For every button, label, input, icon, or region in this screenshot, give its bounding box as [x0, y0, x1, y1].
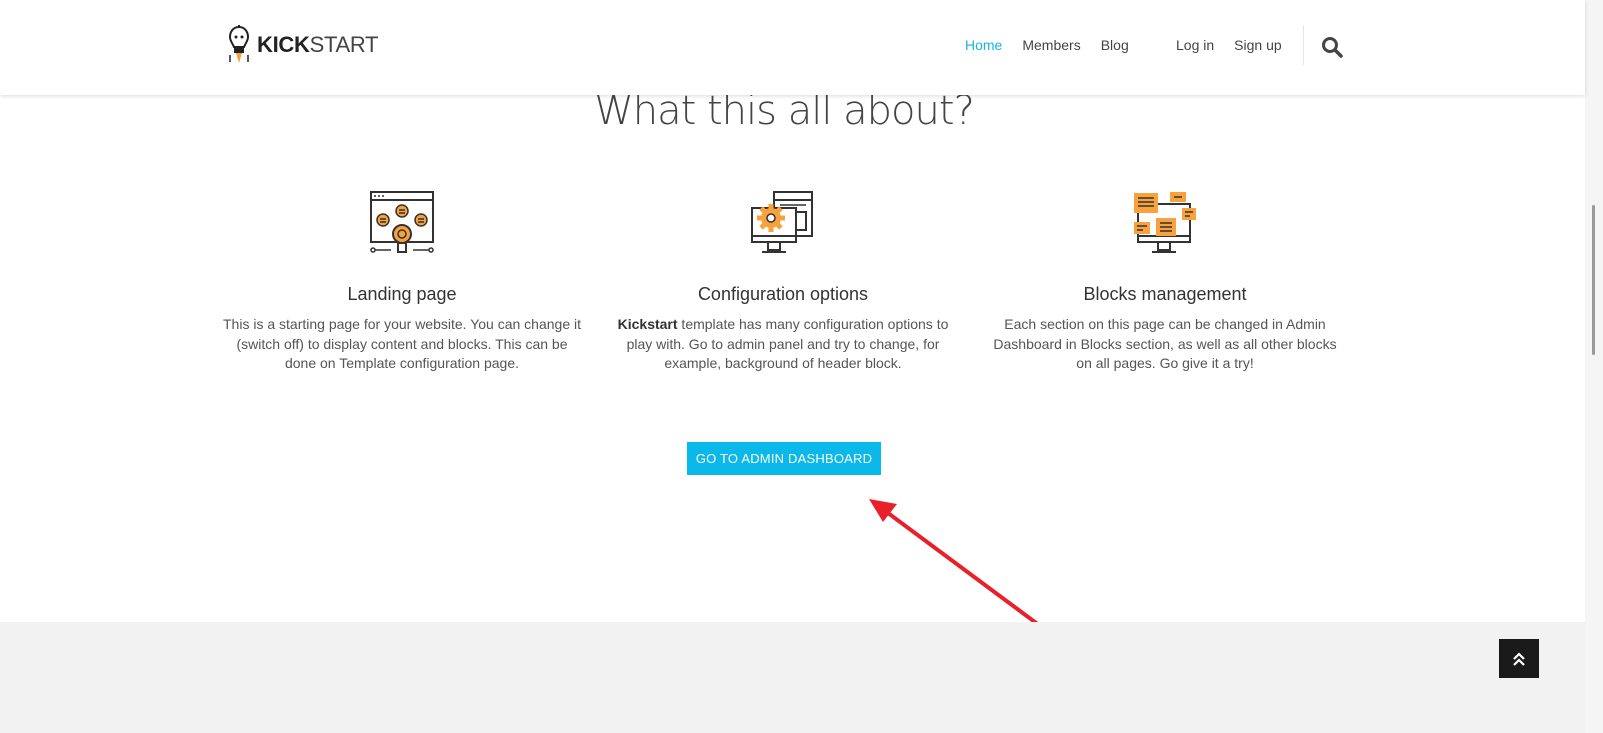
- site-header: KICKSTART Home Members Blog Log in Sign …: [0, 0, 1585, 95]
- feature-text: This is a starting page for your website…: [223, 316, 581, 371]
- site-logo[interactable]: KICKSTART: [227, 25, 378, 65]
- feature-landing-page: Landing page This is a starting page for…: [222, 190, 582, 374]
- nav-home[interactable]: Home: [965, 37, 1002, 53]
- scrollbar-thumb[interactable]: [1592, 205, 1595, 355]
- feature-title: Blocks management: [1083, 284, 1247, 304]
- back-to-top-button[interactable]: [1499, 639, 1539, 678]
- main-nav: Home Members Blog Log in Sign up: [965, 37, 1282, 53]
- lightbulb-browser-icon: [370, 191, 434, 253]
- double-chevron-up-icon: [1513, 651, 1525, 666]
- feature-title: Landing page: [347, 284, 457, 304]
- footer-section: [0, 622, 1585, 733]
- search-icon: [1322, 37, 1343, 58]
- admin-dashboard-button[interactable]: GO TO ADMIN DASHBOARD: [687, 442, 881, 475]
- feature-text: Each section on this page can be changed…: [993, 316, 1337, 371]
- signup-link[interactable]: Sign up: [1234, 37, 1281, 53]
- blocks-monitor-icon: [1134, 192, 1196, 253]
- nav-divider: [1303, 25, 1304, 65]
- page-scrollbar[interactable]: [1585, 0, 1603, 733]
- search-button[interactable]: [1321, 36, 1343, 63]
- config-gear-monitor-icon: [751, 191, 813, 253]
- rocket-bulb-logo-icon: [228, 25, 250, 63]
- feature-title: Configuration options: [697, 284, 869, 304]
- feature-blocks-management: Blocks management Each section on this p…: [985, 190, 1345, 374]
- feature-text: Kickstart template has many configuratio…: [617, 316, 949, 371]
- logo-text: KICKSTART: [257, 32, 379, 57]
- nav-blog[interactable]: Blog: [1101, 37, 1129, 53]
- nav-members[interactable]: Members: [1022, 37, 1080, 53]
- feature-configuration-options: Configuration options Kickstart template…: [603, 190, 963, 374]
- login-link[interactable]: Log in: [1176, 37, 1214, 53]
